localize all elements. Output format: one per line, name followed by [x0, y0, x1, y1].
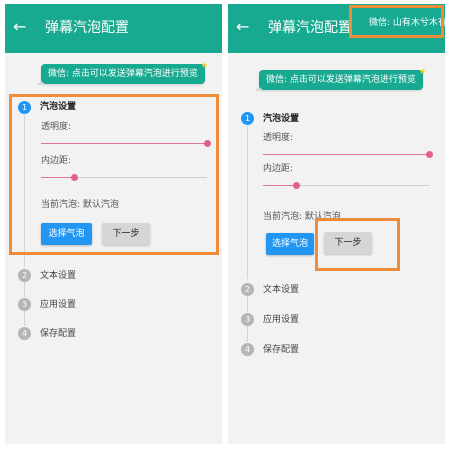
slider-thumb[interactable] — [426, 151, 433, 158]
step-connector — [247, 126, 248, 279]
step-3-label[interactable]: 应用设置 — [263, 314, 299, 326]
next-step-button[interactable]: 下一步 — [324, 232, 372, 254]
select-bubble-button[interactable]: 选择气泡 — [41, 223, 92, 245]
step-4-circle: 4 — [241, 343, 254, 356]
slider-fill — [263, 185, 297, 186]
step-2-circle: 2 — [241, 283, 254, 296]
current-bubble-text: 当前汽泡: 默认汽泡 — [263, 212, 341, 222]
preview-bubble-text: 微信: 点击可以发送弹幕汽泡进行预览 — [48, 69, 198, 79]
step-3-circle: 3 — [18, 298, 31, 311]
slider-fill — [263, 154, 429, 155]
slider-thumb[interactable] — [204, 140, 211, 147]
step-4-circle: 4 — [18, 327, 31, 340]
step-2-label[interactable]: 文本设置 — [263, 284, 299, 296]
step-1-circle: 1 — [18, 101, 31, 114]
slider-thumb[interactable] — [293, 182, 301, 189]
page-title: 弹幕汽泡配置 — [45, 20, 129, 36]
back-arrow-icon[interactable]: ← — [236, 17, 249, 37]
slider-fill — [41, 143, 207, 144]
opacity-label: 透明度: — [263, 133, 294, 143]
step-1-circle: 1 — [241, 112, 254, 125]
slider-fill — [41, 177, 75, 178]
opacity-slider[interactable] — [263, 150, 433, 159]
app-bar: ← 弹幕汽泡配置 — [5, 4, 222, 53]
danmaku-bubble-text: 微信: 山有木兮木有枝 — [369, 18, 445, 28]
step-2-circle: 2 — [18, 269, 31, 282]
cloud-icon: ☁ — [254, 84, 263, 94]
preview-bubble[interactable]: 微信: 点击可以发送弹幕汽泡进行预览 ★ ☁ — [36, 61, 208, 88]
next-step-button[interactable]: 下一步 — [102, 223, 150, 245]
cloud-icon: ☁ — [36, 78, 45, 88]
step-connector — [247, 325, 248, 342]
step-connector — [24, 281, 25, 297]
preview-bubble[interactable]: 微信: 点击可以发送弹幕汽泡进行预览 ★ ☁ — [254, 67, 426, 94]
opacity-slider[interactable] — [41, 139, 211, 148]
step-connector — [24, 115, 25, 267]
star-icon: ★ — [418, 67, 426, 76]
step-4-label[interactable]: 保存配置 — [40, 328, 76, 340]
step-connector — [24, 310, 25, 326]
left-screenshot-panel: ← 弹幕汽泡配置 微信: 点击可以发送弹幕汽泡进行预览 ★ ☁ 1 汽泡设置 透… — [5, 4, 222, 444]
opacity-label: 透明度: — [41, 122, 72, 132]
padding-label: 内边距: — [263, 164, 294, 174]
padding-label: 内边距: — [41, 156, 72, 166]
padding-slider[interactable] — [263, 181, 429, 190]
star-icon: ★ — [200, 61, 208, 70]
step-4-label[interactable]: 保存配置 — [263, 344, 299, 356]
step-connector — [247, 295, 248, 312]
current-bubble-text: 当前汽泡: 默认汽泡 — [41, 200, 119, 210]
preview-bubble-text: 微信: 点击可以发送弹幕汽泡进行预览 — [266, 75, 416, 85]
step-1-label[interactable]: 汽泡设置 — [40, 101, 76, 113]
step-3-label[interactable]: 应用设置 — [40, 299, 76, 311]
page-title: 弹幕汽泡配置 — [268, 20, 352, 36]
step-2-label[interactable]: 文本设置 — [40, 270, 76, 282]
slider-thumb[interactable] — [71, 174, 79, 181]
right-screenshot-panel: ← 弹幕汽泡配置 微信: 山有木兮木有枝 微信: 点击可以发送弹幕汽泡进行预览 … — [228, 4, 445, 444]
step-3-circle: 3 — [241, 313, 254, 326]
select-bubble-button[interactable]: 选择气泡 — [266, 233, 314, 255]
back-arrow-icon[interactable]: ← — [13, 17, 26, 37]
step-1-label[interactable]: 汽泡设置 — [263, 113, 299, 125]
danmaku-bubble: 微信: 山有木兮木有枝 — [363, 13, 445, 33]
padding-slider[interactable] — [41, 173, 207, 182]
